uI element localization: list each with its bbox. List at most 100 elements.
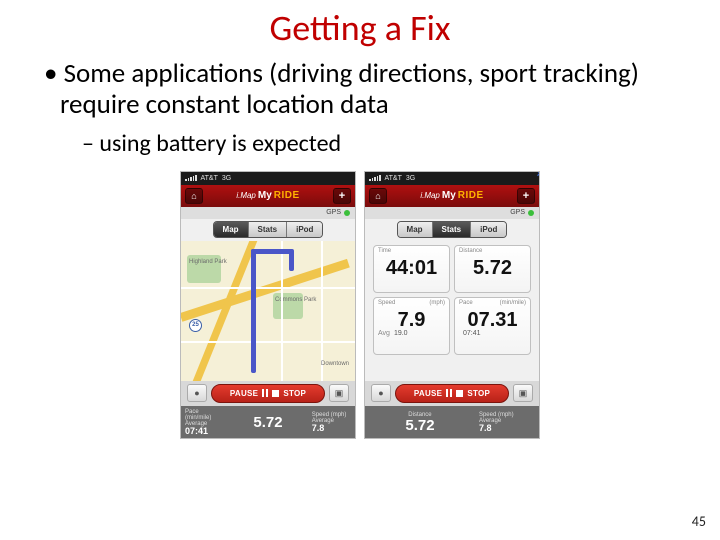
stat-speed-label: Speed: [378, 300, 395, 306]
screenshot-row: AT&T 3G ⌂ i.MapMyRIDE + GPS Map Stats iP…: [28, 171, 692, 439]
network-label: 3G: [222, 175, 231, 182]
footer-pace-label: Pace (min/mile): [185, 409, 224, 421]
stat-speed-avg: 19.0: [394, 330, 408, 337]
footer-speed: Speed (mph) Average 7.8: [308, 406, 355, 439]
tab-stats[interactable]: Stats: [249, 222, 288, 237]
footer-speed-avg: 7.8: [312, 424, 325, 433]
stat-pace-label: Pace: [459, 300, 473, 306]
app-ride-text: RIDE: [274, 190, 300, 201]
tab-stats[interactable]: Stats: [433, 222, 472, 237]
pause-stop-button[interactable]: PAUSE STOP: [395, 384, 509, 403]
control-bar: ● PAUSE STOP ▣: [181, 381, 355, 406]
home-icon: ⌂: [191, 191, 196, 201]
app-imap-text: i.Map: [420, 191, 440, 200]
tab-ipod[interactable]: iPod: [287, 222, 322, 237]
stop-label: STOP: [283, 389, 306, 398]
app-imap-text: i.Map: [236, 191, 256, 200]
stop-icon: [456, 390, 463, 397]
add-button[interactable]: +: [333, 188, 351, 204]
footer-speed-avg: 7.8: [479, 424, 492, 433]
title-bar: ⌂ i.MapMyRIDE +: [181, 185, 355, 207]
app-my-text: My: [258, 190, 272, 201]
stat-time-label: Time: [378, 248, 391, 254]
footer-distance-value: 5.72: [405, 418, 434, 433]
stat-distance: Distance 5.72: [454, 245, 531, 293]
route-line: [251, 249, 256, 373]
footer-speed: Speed (mph) Average 7.8: [475, 406, 539, 439]
stat-speed-unit: (mph): [429, 300, 445, 306]
map-label-highland: Highland Park: [189, 259, 227, 265]
map-canvas[interactable]: Highland Park Commons Park 25 Downtown: [181, 241, 355, 381]
page-number: 45: [692, 513, 706, 530]
mic-button[interactable]: ●: [371, 384, 391, 402]
app-logo: i.MapMyRIDE: [236, 190, 299, 201]
footer-stats: Distance 5.72 Speed (mph) Average 7.8: [365, 406, 539, 439]
app-ride-text: RIDE: [458, 190, 484, 201]
stat-pace-unit: (min/mile): [500, 300, 526, 306]
signal-bars-icon: [185, 175, 197, 181]
segment-bar: Map Stats iPod: [365, 219, 539, 241]
mic-icon: ●: [194, 388, 199, 398]
stat-speed-avg-label: Avg: [378, 330, 394, 337]
signal-bars-icon: [369, 175, 381, 181]
stat-pace-value: 07.31: [459, 310, 526, 330]
pause-label: PAUSE: [414, 389, 442, 398]
network-label: 3G: [406, 175, 415, 182]
stats-body: Time 44:01 Distance 5.72 Speed (mph) 7.9 …: [365, 241, 539, 381]
footer-stats: Pace (min/mile) Average 07:41 5.72 Speed…: [181, 406, 355, 439]
stat-time-value: 44:01: [378, 258, 445, 278]
stat-speed: Speed (mph) 7.9 Avg19.0: [373, 297, 450, 355]
camera-button[interactable]: ▣: [513, 384, 533, 402]
subbullet-body: using battery is expected: [80, 130, 692, 159]
status-bar: AT&T 3G: [181, 172, 355, 185]
gps-label: GPS: [326, 209, 341, 216]
home-button[interactable]: ⌂: [185, 188, 203, 204]
phone-map-view: AT&T 3G ⌂ i.MapMyRIDE + GPS Map Stats iP…: [180, 171, 356, 439]
route-shield-icon: 25: [189, 319, 202, 332]
carrier-label: AT&T: [385, 175, 402, 182]
carrier-label: AT&T: [201, 175, 218, 182]
app-logo: i.MapMyRIDE: [420, 190, 483, 201]
pause-stop-button[interactable]: PAUSE STOP: [211, 384, 325, 403]
home-icon: ⌂: [375, 191, 380, 201]
footer-distance: 5.72: [228, 406, 307, 439]
close-icon[interactable]: ×: [537, 171, 540, 180]
camera-button[interactable]: ▣: [329, 384, 349, 402]
stat-distance-value: 5.72: [459, 258, 526, 278]
title-bar: ⌂ i.MapMyRIDE +: [365, 185, 539, 207]
status-bar: AT&T 3G: [365, 172, 539, 185]
tab-ipod[interactable]: iPod: [471, 222, 506, 237]
stat-distance-label: Distance: [459, 248, 482, 254]
gps-label: GPS: [510, 209, 525, 216]
footer-distance-value: 5.72: [253, 415, 282, 430]
slide: Getting a Fix Some applications (driving…: [0, 0, 720, 540]
slide-title: Getting a Fix: [28, 6, 692, 50]
gps-dot-icon: [344, 210, 350, 216]
pause-label: PAUSE: [230, 389, 258, 398]
map-label-downtown: Downtown: [321, 361, 349, 367]
stop-icon: [272, 390, 279, 397]
bullet-body: Some applications (driving directions, s…: [42, 58, 692, 120]
stat-speed-value: 7.9: [378, 310, 445, 330]
stat-pace-avg: 07:41: [463, 330, 481, 337]
pause-icon: [262, 389, 268, 397]
stat-pace: Pace (min/mile) 07.31 07:41: [454, 297, 531, 355]
segment-bar: Map Stats iPod: [181, 219, 355, 241]
stat-time: Time 44:01: [373, 245, 450, 293]
stop-label: STOP: [467, 389, 490, 398]
phone-stats-view: × AT&T 3G ⌂ i.MapMyRIDE + GPS Map St: [364, 171, 540, 439]
mic-icon: ●: [378, 388, 383, 398]
tab-map[interactable]: Map: [398, 222, 433, 237]
control-bar: ● PAUSE STOP ▣: [365, 381, 539, 406]
gps-row: GPS: [365, 207, 539, 219]
mic-button[interactable]: ●: [187, 384, 207, 402]
gps-row: GPS: [181, 207, 355, 219]
add-button[interactable]: +: [517, 188, 535, 204]
tab-map[interactable]: Map: [214, 222, 249, 237]
camera-icon: ▣: [519, 388, 528, 399]
app-my-text: My: [442, 190, 456, 201]
plus-icon: +: [339, 190, 345, 202]
home-button[interactable]: ⌂: [369, 188, 387, 204]
footer-pace-avg: 07:41: [185, 427, 208, 436]
footer-distance: Distance 5.72: [365, 406, 475, 439]
